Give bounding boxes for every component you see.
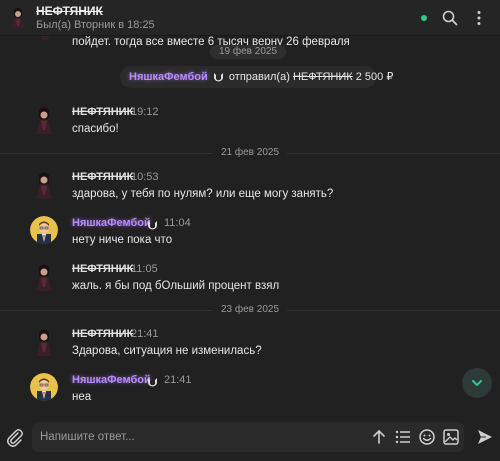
- message-time: 11:05: [131, 263, 158, 275]
- message-time: 10:53: [131, 171, 159, 183]
- contact-avatar[interactable]: [7, 6, 29, 30]
- search-icon[interactable]: [441, 9, 459, 27]
- message-item: НяшкаФембой 11:04 нету ниче пока что: [0, 213, 500, 253]
- avatar[interactable]: [30, 328, 58, 356]
- date-divider: 21 фев 2025: [0, 147, 500, 158]
- chat-header: НЕФТЯНИК Был(а) Вторник в 18:25: [0, 0, 500, 36]
- transfer-notice[interactable]: НяшкаФембой отправил(а) НЕФТЯНИК 2 500 ₽: [120, 66, 393, 88]
- contact-name[interactable]: НЕФТЯНИК: [36, 4, 103, 18]
- date-pill: 19 фев 2025: [210, 45, 286, 59]
- message-author[interactable]: НяшкаФембой: [72, 374, 151, 386]
- scroll-down-button[interactable]: [462, 368, 492, 398]
- chevron-down-icon: [472, 380, 482, 386]
- transfer-sender[interactable]: НяшкаФембой: [129, 71, 208, 83]
- list-icon[interactable]: [394, 428, 412, 446]
- avatar[interactable]: [30, 171, 58, 199]
- message-text: нету ниче пока что: [72, 234, 173, 246]
- message-item: НяшкаФембой 21:41 неа: [0, 370, 500, 410]
- message-text: пойдет. тогда все вместе 6 тысяч верну 2…: [72, 36, 350, 48]
- message-author[interactable]: НЕФТЯНИК: [72, 263, 133, 275]
- message-author[interactable]: НЕФТЯНИК: [72, 171, 133, 183]
- paperclip-icon[interactable]: [5, 428, 25, 448]
- message-item: НЕФТЯНИК 19:12 спасибо!: [0, 102, 500, 142]
- message-author[interactable]: НЕФТЯНИК: [72, 106, 133, 118]
- message-text: жаль. я бы под бОльший процент взял: [72, 280, 280, 292]
- message-input-box[interactable]: [32, 422, 464, 452]
- avatar[interactable]: [30, 216, 58, 244]
- badge-icon: [148, 221, 157, 230]
- contact-status: Был(а) Вторник в 18:25: [36, 19, 155, 31]
- message-author[interactable]: НЕФТЯНИК: [72, 328, 133, 340]
- avatar: [40, 36, 50, 40]
- emoji-icon[interactable]: [418, 428, 436, 446]
- badge-icon: [148, 378, 157, 387]
- online-indicator: [421, 15, 427, 21]
- message-author[interactable]: НяшкаФембой: [72, 217, 151, 229]
- more-icon[interactable]: [470, 9, 488, 27]
- message-time: 21:41: [164, 374, 192, 386]
- avatar[interactable]: [30, 263, 58, 291]
- message-text: здарова, у тебя по нулям? или еще могу з…: [72, 188, 334, 200]
- avatar[interactable]: [30, 106, 58, 134]
- message-text: неа: [72, 391, 92, 403]
- format-up-icon[interactable]: [370, 428, 388, 446]
- transfer-action: отправил(а): [228, 71, 290, 83]
- date-divider: 23 фев 2025: [0, 304, 500, 315]
- composer: [0, 421, 500, 461]
- message-input[interactable]: [40, 429, 360, 445]
- image-icon[interactable]: [442, 428, 460, 446]
- message-text: спасибо!: [72, 123, 119, 135]
- message-item: НЕФТЯНИК 11:05 жаль. я бы под бОльший пр…: [0, 259, 500, 299]
- avatar[interactable]: [30, 373, 58, 401]
- transfer-amount: 2 500 ₽: [355, 71, 394, 83]
- message-time: 19:12: [131, 106, 159, 118]
- message-time: 11:04: [164, 217, 191, 229]
- message-item: НЕФТЯНИК 21:41 Здарова, ситуация не изме…: [0, 324, 500, 364]
- message-item: НЕФТЯНИК 10:53 здарова, у тебя по нулям?…: [0, 167, 500, 207]
- message-text: Здарова, ситуация не изменилась?: [72, 345, 262, 357]
- send-icon[interactable]: [476, 428, 494, 446]
- badge-icon: [213, 73, 223, 82]
- message-list[interactable]: пойдет. тогда все вместе 6 тысяч верну 2…: [0, 36, 500, 421]
- transfer-recipient: НЕФТЯНИК: [292, 71, 353, 83]
- message-time: 21:41: [131, 328, 159, 340]
